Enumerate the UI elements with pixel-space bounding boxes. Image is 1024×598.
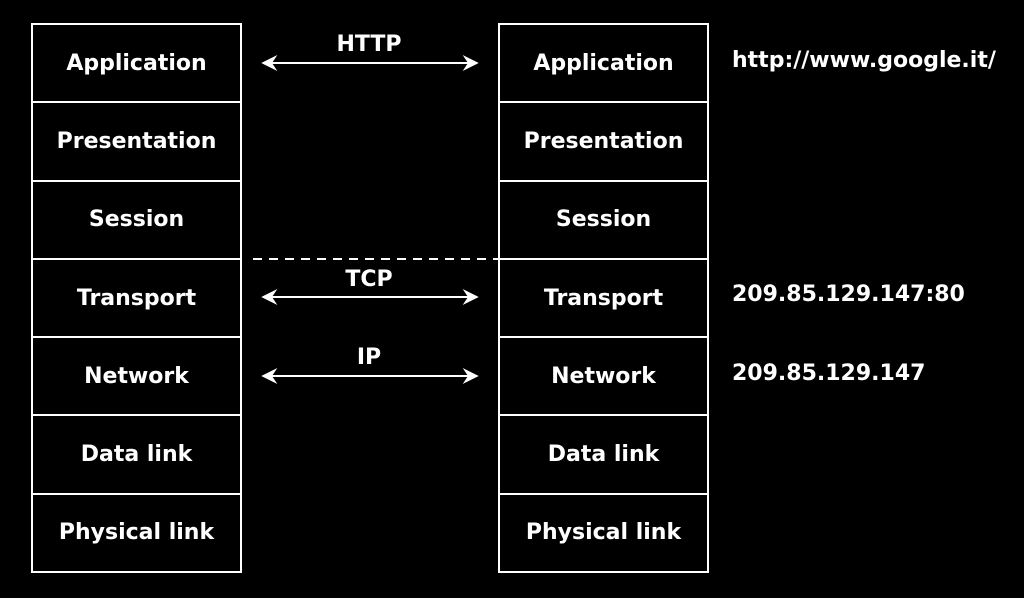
- tcp-label: TCP: [345, 267, 393, 292]
- http-label: HTTP: [336, 32, 402, 57]
- ip-port-address: 209.85.129.147:80: [732, 282, 965, 307]
- ip-address: 209.85.129.147: [732, 361, 926, 386]
- url-address: http://www.google.it/: [732, 48, 996, 73]
- ip-label: IP: [356, 345, 382, 370]
